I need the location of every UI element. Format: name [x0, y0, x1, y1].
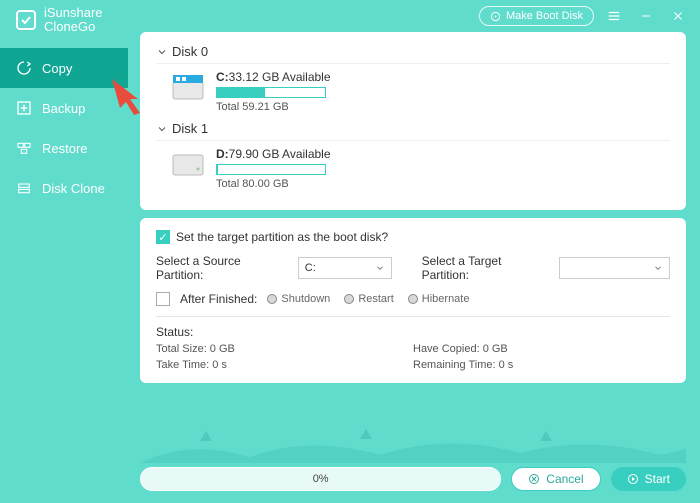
sidebar-item-disk-clone[interactable]: Disk Clone	[0, 168, 128, 208]
drive-icon	[172, 151, 204, 177]
minimize-icon	[640, 10, 652, 22]
progress-bar: 0%	[140, 467, 501, 491]
partition-row[interactable]: C:33.12 GB Available Total 59.21 GB	[156, 70, 670, 113]
part-avail: 33.12 GB Available	[229, 70, 331, 84]
sidebar-label: Restore	[42, 141, 88, 156]
make-boot-disk-button[interactable]: Make Boot Disk	[479, 6, 594, 26]
brand-line2: CloneGo	[44, 20, 103, 34]
disk-clone-icon	[16, 180, 32, 196]
start-button[interactable]: Start	[611, 467, 686, 491]
status-take-time: Take Time: 0 s	[156, 359, 413, 371]
menu-button[interactable]	[602, 4, 626, 28]
status-total-size: Total Size: 0 GB	[156, 343, 413, 355]
part-total: Total 80.00 GB	[216, 178, 331, 190]
main-panel: Disk 0 C:33.12 GB Available Total 59.21 …	[140, 32, 686, 391]
close-icon	[672, 10, 684, 22]
app-logo: iSunshareCloneGo	[14, 6, 103, 34]
partition-row[interactable]: D:79.90 GB Available Total 80.00 GB	[156, 147, 670, 190]
status-have-copied: Have Copied: 0 GB	[413, 343, 670, 355]
annotation-arrow-icon	[108, 75, 148, 115]
hamburger-icon	[607, 9, 621, 23]
restore-icon	[16, 140, 32, 156]
backup-icon	[16, 100, 32, 116]
copy-icon	[16, 60, 32, 76]
titlebar: Make Boot Disk	[0, 0, 700, 32]
disk-name: Disk 0	[172, 44, 208, 59]
part-total: Total 59.21 GB	[216, 101, 331, 113]
disk-header[interactable]: Disk 0	[156, 44, 670, 64]
disk-name: Disk 1	[172, 121, 208, 136]
chevron-down-icon	[375, 263, 385, 273]
part-avail: 79.90 GB Available	[229, 147, 331, 161]
cancel-button[interactable]: Cancel	[511, 467, 600, 491]
chevron-down-icon	[653, 263, 663, 273]
minimize-button[interactable]	[634, 4, 658, 28]
sidebar-label: Copy	[42, 61, 72, 76]
radio-shutdown[interactable]: Shutdown	[267, 293, 330, 305]
logo-icon	[14, 8, 38, 32]
cancel-icon	[528, 473, 540, 485]
radio-hibernate[interactable]: Hibernate	[408, 293, 470, 305]
sidebar-label: Disk Clone	[42, 181, 105, 196]
boot-checkbox[interactable]: ✓	[156, 230, 170, 244]
source-label: Select a Source Partition:	[156, 254, 288, 282]
disk-header[interactable]: Disk 1	[156, 121, 670, 141]
footer: 0% Cancel Start	[140, 467, 686, 491]
disks-card: Disk 0 C:33.12 GB Available Total 59.21 …	[140, 32, 686, 210]
make-boot-label: Make Boot Disk	[506, 10, 583, 22]
close-button[interactable]	[666, 4, 690, 28]
play-icon	[627, 473, 639, 485]
after-label: After Finished:	[180, 292, 257, 306]
decorative-hills	[140, 429, 686, 463]
part-letter: D:	[216, 147, 229, 161]
chevron-down-icon	[156, 123, 168, 135]
drive-icon	[172, 74, 204, 100]
status-title: Status:	[156, 325, 670, 339]
source-select[interactable]: C:	[298, 257, 392, 279]
radio-restart[interactable]: Restart	[344, 293, 393, 305]
usage-bar	[216, 87, 326, 98]
part-letter: C:	[216, 70, 229, 84]
options-card: ✓ Set the target partition as the boot d…	[140, 218, 686, 383]
boot-label: Set the target partition as the boot dis…	[176, 230, 388, 244]
chevron-down-icon	[156, 46, 168, 58]
after-checkbox[interactable]	[156, 292, 170, 306]
sidebar-label: Backup	[42, 101, 85, 116]
target-label: Select a Target Partition:	[422, 254, 549, 282]
status-remaining: Remaining Time: 0 s	[413, 359, 670, 371]
brand-line1: iSunshare	[44, 6, 103, 20]
disc-icon	[490, 11, 501, 22]
usage-bar	[216, 164, 326, 175]
target-select[interactable]	[559, 257, 670, 279]
sidebar-item-restore[interactable]: Restore	[0, 128, 128, 168]
sidebar: Copy Backup Restore Disk Clone	[0, 48, 128, 208]
